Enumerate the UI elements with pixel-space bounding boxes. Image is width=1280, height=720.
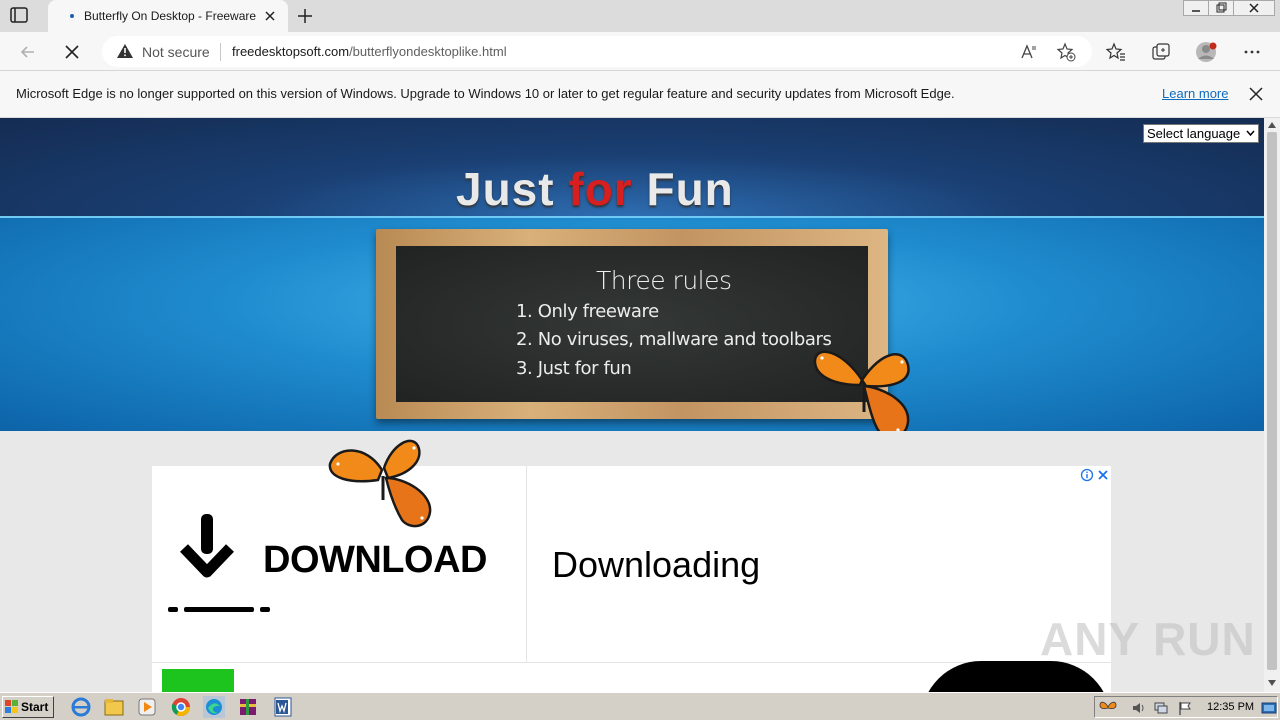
logo-word-for: for (568, 163, 633, 215)
logo-word-just: Just (456, 163, 555, 215)
add-favorite-icon[interactable] (1056, 42, 1076, 62)
tab-close-icon[interactable] (262, 8, 278, 24)
favorites-icon[interactable] (1106, 42, 1126, 62)
close-window-button[interactable] (1233, 0, 1275, 16)
media-player-icon[interactable] (136, 696, 158, 718)
close-icon (1249, 3, 1259, 13)
url-host: freedesktopsoft.com (232, 44, 350, 59)
security-label[interactable]: Not secure (142, 44, 210, 60)
show-desktop-icon[interactable] (1261, 700, 1277, 716)
download-label: DOWNLOAD (263, 539, 487, 581)
archive-app-icon[interactable] (237, 696, 259, 718)
minimize-button[interactable] (1183, 0, 1209, 16)
loading-dot-icon (70, 14, 74, 18)
tab-strip: Butterfly On Desktop - Freeware and (0, 0, 1280, 32)
edge-icon[interactable] (203, 696, 225, 718)
chevron-down-icon (1246, 130, 1255, 137)
action-center-flag-icon[interactable] (1177, 700, 1193, 716)
infobar-close-icon[interactable] (1248, 86, 1264, 102)
new-tab-icon[interactable] (296, 7, 314, 25)
word-icon[interactable] (272, 696, 294, 718)
start-button[interactable]: Start (2, 696, 54, 718)
learn-more-link[interactable]: Learn more (1162, 86, 1228, 102)
url-separator (220, 43, 221, 61)
start-label: Start (21, 700, 49, 714)
language-select-value: Select language (1147, 126, 1241, 141)
scrollbar-thumb[interactable] (1267, 132, 1277, 670)
collections-icon[interactable] (1151, 42, 1171, 62)
download-arrow-icon (180, 514, 234, 578)
watermark: ANY RUN (1040, 613, 1256, 665)
network-icon[interactable] (1153, 700, 1169, 716)
minimize-icon (1192, 10, 1200, 12)
ad-banner[interactable]: DOWNLOAD Downloading (152, 466, 1111, 692)
navigation-bar: Not secure freedesktopsoft.com/butterfly… (0, 32, 1280, 71)
page-viewport: Select language Just for Fun Three rules… (0, 118, 1264, 692)
logo-word-fun: Fun (646, 163, 734, 215)
ad-info-icon[interactable] (1080, 468, 1094, 482)
infobar-message: Microsoft Edge is no longer supported on… (16, 86, 955, 101)
rule-item: 3. Just for fun (516, 358, 632, 379)
url-path: /butterflyondesktoplike.html (349, 44, 507, 59)
ad-close-icon[interactable] (1097, 468, 1109, 482)
rule-item: 1. Only freeware (516, 301, 659, 322)
butterfly-tray-icon[interactable] (1099, 700, 1117, 714)
ad-headline[interactable]: Downloading (552, 544, 760, 585)
language-select[interactable]: Select language (1143, 124, 1259, 143)
internet-explorer-icon[interactable] (70, 696, 92, 718)
file-explorer-icon[interactable] (103, 696, 125, 718)
address-bar[interactable]: Not secure freedesktopsoft.com/butterfly… (102, 36, 1092, 67)
scroll-up-icon[interactable] (1268, 122, 1276, 128)
butterfly-icon (328, 439, 432, 528)
scroll-down-icon[interactable] (1268, 680, 1276, 686)
url-text[interactable]: freedesktopsoft.com/butterflyondesktopli… (232, 44, 507, 60)
read-aloud-icon[interactable] (1020, 43, 1038, 61)
chalkboard-surface: Three rules 1. Only freeware 2. No virus… (396, 246, 868, 402)
back-icon[interactable] (18, 42, 38, 62)
restore-icon (1216, 2, 1227, 13)
profile-avatar-icon[interactable] (1195, 40, 1219, 64)
chalkboard-title: Three rules (596, 266, 732, 295)
rule-item: 2. No viruses, mallware and toolbars (516, 329, 832, 350)
restore-button[interactable] (1208, 0, 1234, 16)
system-tray: 12:35 PM (1094, 696, 1278, 718)
ad-green-button[interactable] (162, 669, 234, 692)
tab-title: Butterfly On Desktop - Freeware and (84, 9, 256, 23)
vertical-scrollbar[interactable] (1264, 118, 1280, 692)
unsupported-browser-infobar: Microsoft Edge is no longer supported on… (0, 71, 1280, 118)
stop-loading-icon[interactable] (62, 42, 82, 62)
more-options-icon[interactable] (1242, 42, 1262, 62)
chrome-icon[interactable] (170, 696, 192, 718)
volume-icon[interactable] (1131, 700, 1147, 716)
windows-logo-icon (5, 700, 18, 713)
tab-active[interactable]: Butterfly On Desktop - Freeware and (48, 0, 288, 32)
taskbar: Start 12:35 PM (0, 692, 1280, 720)
ad-black-button[interactable] (921, 661, 1111, 692)
clock[interactable]: 12:35 PM (1207, 701, 1254, 713)
site-logo[interactable]: Just for Fun (456, 162, 766, 215)
tab-actions-icon[interactable] (10, 7, 28, 23)
warning-icon[interactable] (116, 43, 134, 59)
download-underline-icon (168, 607, 270, 612)
